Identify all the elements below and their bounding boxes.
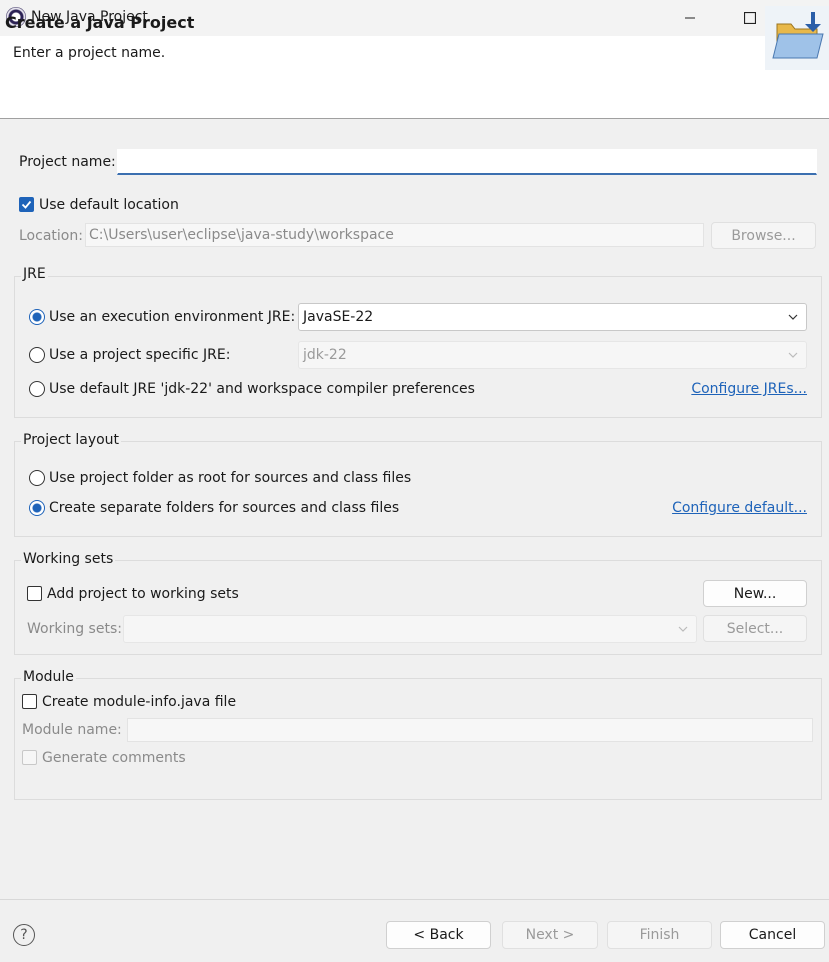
use-default-location-checkbox[interactable]: [19, 197, 34, 212]
configure-jres-link[interactable]: Configure JREs...: [691, 381, 807, 397]
create-module-info-checkbox[interactable]: [22, 694, 37, 709]
project-layout-group: [14, 441, 822, 537]
jre-env-select[interactable]: JavaSE-22: [298, 303, 807, 331]
maximize-icon: [744, 12, 756, 24]
working-sets-label: Working sets:: [27, 621, 122, 637]
checkmark-icon: [21, 200, 32, 209]
jre-env-radio[interactable]: [29, 309, 45, 325]
next-button[interactable]: Next >: [502, 921, 598, 949]
location-input[interactable]: C:\Users\user\eclipse\java-study\workspa…: [85, 223, 704, 247]
finish-button[interactable]: Finish: [607, 921, 712, 949]
jre-specific-value: jdk-22: [303, 347, 347, 363]
project-layout-group-title: Project layout: [21, 432, 122, 448]
jre-env-value: JavaSE-22: [303, 309, 374, 325]
jre-default-label: Use default JRE 'jdk-22' and workspace c…: [49, 381, 475, 397]
browse-button[interactable]: Browse...: [711, 222, 816, 249]
banner-title: Create a Java Project: [5, 13, 195, 32]
layout-separate-radio[interactable]: [29, 500, 45, 516]
create-module-info-label: Create module-info.java file: [42, 694, 237, 710]
project-name-label: Project name:: [19, 154, 116, 170]
working-sets-select[interactable]: [123, 615, 697, 643]
project-name-input[interactable]: [117, 149, 817, 175]
generate-comments-checkbox[interactable]: [22, 750, 37, 765]
cancel-button[interactable]: Cancel: [720, 921, 825, 949]
minimize-icon: [685, 17, 695, 19]
layout-separate-label: Create separate folders for sources and …: [49, 500, 400, 516]
jre-specific-select[interactable]: jdk-22: [298, 341, 807, 369]
folder-icon: [765, 6, 829, 70]
layout-root-radio[interactable]: [29, 470, 45, 486]
jre-specific-radio[interactable]: [29, 347, 45, 363]
generate-comments-label: Generate comments: [42, 750, 186, 766]
add-working-sets-checkbox[interactable]: [27, 586, 42, 601]
add-working-sets-label: Add project to working sets: [47, 586, 239, 602]
location-label: Location:: [19, 228, 83, 244]
location-value: C:\Users\user\eclipse\java-study\workspa…: [89, 227, 394, 243]
jre-default-radio[interactable]: [29, 381, 45, 397]
use-default-location-label: Use default location: [39, 197, 179, 213]
working-sets-group-title: Working sets: [21, 551, 116, 567]
minimize-button[interactable]: [662, 0, 718, 36]
chevron-down-icon: [788, 352, 798, 358]
footer-separator: [0, 899, 829, 900]
help-icon[interactable]: ?: [13, 924, 35, 946]
new-working-set-button[interactable]: New...: [703, 580, 807, 607]
back-button[interactable]: < Back: [386, 921, 491, 949]
layout-root-label: Use project folder as root for sources a…: [49, 470, 412, 486]
module-group-title: Module: [21, 669, 76, 685]
module-name-label: Module name:: [22, 722, 122, 738]
jre-specific-label: Use a project specific JRE:: [49, 347, 231, 363]
configure-default-link[interactable]: Configure default...: [672, 500, 807, 516]
banner-subtitle: Enter a project name.: [13, 45, 166, 61]
jre-env-label: Use an execution environment JRE:: [49, 309, 296, 325]
module-name-input[interactable]: [127, 718, 813, 742]
chevron-down-icon: [678, 626, 688, 632]
chevron-down-icon: [788, 314, 798, 320]
select-working-set-button[interactable]: Select...: [703, 615, 807, 642]
jre-group-title: JRE: [21, 266, 48, 282]
